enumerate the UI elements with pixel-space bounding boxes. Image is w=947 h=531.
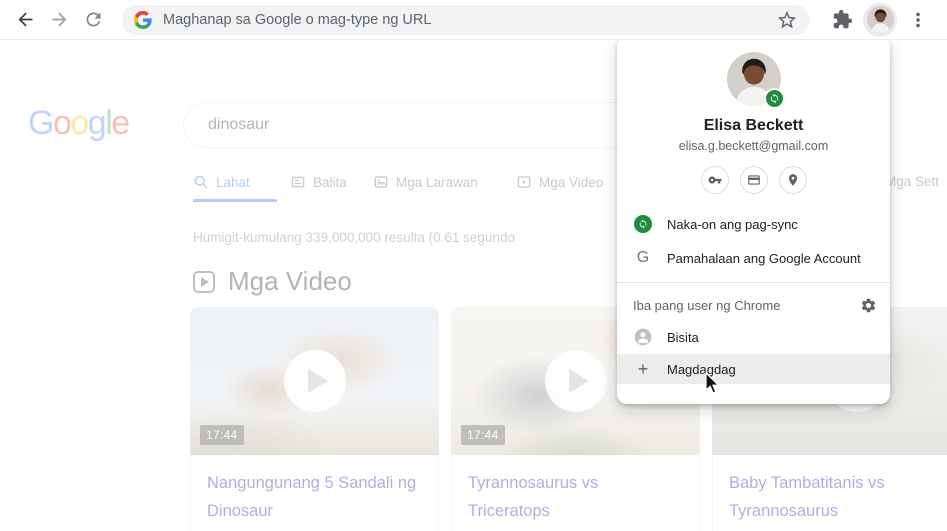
back-icon [18, 12, 32, 27]
guest-item[interactable]: Bisita [617, 320, 890, 354]
profile-name: Elisa Beckett [703, 117, 804, 134]
menu-kebab-icon[interactable] [907, 9, 929, 31]
guest-label: Bisita [667, 329, 699, 345]
profile-email: elisa.g.beckett@gmail.com [678, 139, 829, 153]
other-users-section: Iba pang user ng Chrome [617, 290, 890, 320]
reload-button[interactable] [76, 3, 110, 37]
reload-icon [86, 12, 100, 27]
other-users-label: Iba pang user ng Chrome [633, 297, 781, 313]
avatar [866, 6, 894, 33]
add-label: Magdagdag [667, 361, 736, 377]
credit-card-icon [747, 175, 760, 185]
google-g-icon [134, 10, 152, 29]
address-bar[interactable] [122, 4, 810, 35]
mouse-cursor [705, 372, 720, 394]
browser-toolbar [0, 0, 947, 40]
passwords-button[interactable] [700, 166, 729, 194]
back-button[interactable] [8, 3, 42, 37]
forward-button[interactable] [42, 3, 76, 37]
addresses-button[interactable] [778, 166, 807, 194]
profile-menu: Elisa Beckett elisa.g.beckett@gmail.com … [617, 36, 890, 404]
location-pin-icon [788, 174, 797, 186]
menu-divider [617, 282, 890, 283]
add-person-item[interactable]: + Magdagdag [617, 354, 890, 384]
sync-status-item[interactable]: Naka-on ang pag-sync [617, 207, 890, 241]
manage-account-label: Pamahalaan ang Google Account [667, 250, 861, 266]
google-g-gray-icon: G [636, 249, 650, 266]
gear-icon[interactable] [860, 297, 877, 314]
payments-button[interactable] [739, 166, 768, 194]
bookmark-star-icon[interactable] [776, 9, 798, 31]
key-icon [708, 176, 721, 184]
plus-icon: + [637, 358, 649, 379]
avatar [726, 52, 785, 109]
profile-header: Elisa Beckett elisa.g.beckett@gmail.com [617, 36, 890, 194]
guest-person-icon [634, 328, 652, 346]
sync-status-label: Naka-on ang pag-sync [667, 216, 798, 232]
forward-icon [52, 12, 66, 27]
sync-on-icon [634, 215, 652, 233]
extensions-icon[interactable] [832, 9, 853, 30]
manage-google-account-item[interactable]: G Pamahalaan ang Google Account [617, 241, 890, 275]
profile-avatar-button[interactable] [863, 2, 897, 37]
url-input[interactable] [163, 11, 776, 28]
sync-badge-icon [763, 88, 785, 109]
